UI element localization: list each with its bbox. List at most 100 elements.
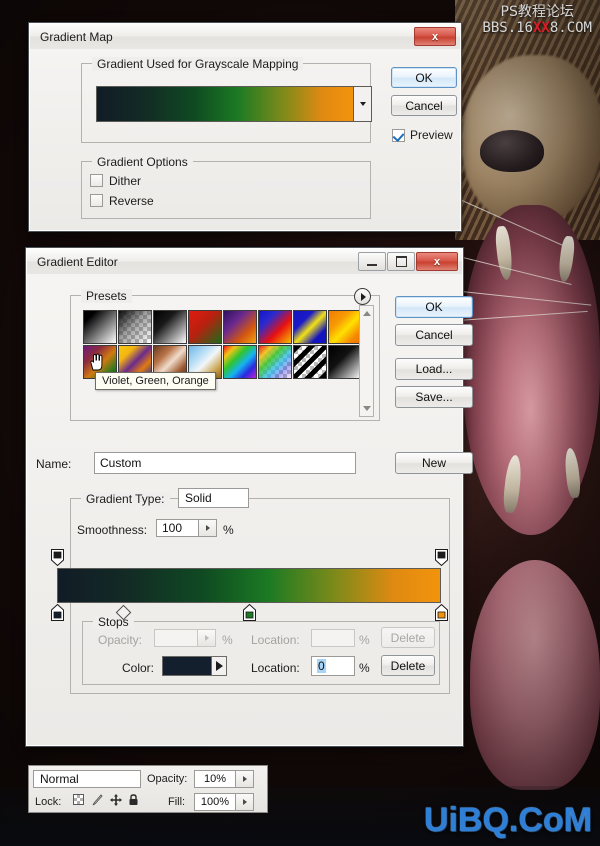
color-picker-dropdown[interactable]: [212, 656, 227, 676]
location-bottom-label: Location:: [251, 661, 300, 675]
watermark-url-prefix: BBS.16: [482, 20, 533, 37]
preset-swatch-fill: [119, 311, 151, 343]
transparency-lock-icon[interactable]: [73, 794, 84, 805]
save-button[interactable]: Save...: [395, 386, 473, 408]
preset-swatch-fill: [224, 346, 256, 378]
color-stop-marker[interactable]: [243, 603, 256, 621]
all-lock-icon[interactable]: [127, 793, 140, 807]
load-button[interactable]: Load...: [395, 358, 473, 380]
gradient-preview-swatch[interactable]: [96, 86, 354, 122]
preset-swatch[interactable]: [328, 310, 362, 344]
preset-swatch-fill: [154, 311, 186, 343]
presets-group: Presets: [70, 288, 380, 421]
presets-label: Presets: [81, 289, 132, 303]
close-icon[interactable]: x: [416, 252, 458, 271]
preset-swatch-fill: [294, 311, 326, 343]
gradient-map-title: Gradient Map: [40, 29, 113, 44]
preset-swatch[interactable]: [223, 310, 257, 344]
dither-checkbox[interactable]: [90, 174, 103, 187]
smoothness-stepper[interactable]: [199, 519, 217, 537]
caret-right-icon: [242, 799, 247, 805]
location-bottom-input[interactable]: 0: [311, 656, 355, 676]
preset-swatch-fill: [294, 346, 326, 378]
gradient-editor-cancel-button[interactable]: Cancel: [395, 324, 473, 346]
gradient-map-ok-button[interactable]: OK: [391, 67, 457, 88]
caret-right-icon: [204, 635, 209, 641]
preset-swatch[interactable]: [293, 345, 327, 379]
opacity-stop-marker[interactable]: [51, 549, 64, 567]
gradient-preview-fill: [97, 87, 353, 121]
dither-label: Dither: [109, 174, 142, 188]
preset-swatch[interactable]: [328, 345, 362, 379]
gradient-bar-fill: [58, 569, 440, 602]
gradient-options-label: Gradient Options: [92, 155, 193, 169]
gradient-map-dialog: Gradient Map x Gradient Used for Graysca…: [28, 22, 462, 232]
gradient-type-select[interactable]: Solid: [178, 488, 249, 508]
reverse-checkbox[interactable]: [90, 194, 103, 207]
preview-label: Preview: [410, 128, 453, 142]
preset-swatch[interactable]: [118, 310, 152, 344]
layer-fill-stepper[interactable]: [236, 793, 254, 811]
gradient-editor-titlebar[interactable]: Gradient Editor x: [27, 249, 462, 274]
watermark-top-line1: PS教程论坛: [500, 4, 574, 20]
name-label: Name:: [36, 457, 72, 471]
scroll-up-icon[interactable]: [360, 307, 373, 320]
preset-swatch[interactable]: [258, 345, 292, 379]
preset-swatch[interactable]: [223, 345, 257, 379]
stops-group: Stops Opacity: % Location: % Delete Colo…: [82, 615, 440, 685]
smoothness-unit: %: [223, 523, 234, 537]
brush-lock-icon[interactable]: [91, 793, 105, 807]
scroll-down-icon[interactable]: [360, 402, 373, 415]
caret-right-icon: [242, 776, 247, 782]
new-button[interactable]: New: [395, 452, 473, 474]
opacity-stop-marker[interactable]: [435, 549, 448, 567]
delete-opacity-stop-button[interactable]: Delete: [381, 627, 435, 648]
location-bottom-unit: %: [359, 661, 370, 675]
gradient-editor-title: Gradient Editor: [37, 254, 118, 269]
preset-swatch[interactable]: [153, 310, 187, 344]
layer-opacity-input[interactable]: 10%: [194, 770, 236, 788]
gradient-stop-bar[interactable]: [57, 568, 441, 603]
opacity-unit: %: [222, 633, 233, 647]
gradient-name-input[interactable]: Custom: [94, 452, 356, 474]
location-bottom-value: 0: [317, 659, 326, 673]
close-icon[interactable]: x: [414, 27, 456, 46]
gradient-map-cancel-button[interactable]: Cancel: [391, 95, 457, 116]
delete-color-stop-button[interactable]: Delete: [381, 655, 435, 676]
opacity-stepper[interactable]: [198, 629, 216, 647]
preset-swatch[interactable]: [188, 310, 222, 344]
gradient-editor-dialog: Gradient Editor x Presets Violet, Green,…: [25, 247, 473, 747]
presets-scrollbar[interactable]: [359, 305, 374, 417]
caret-right-icon: [215, 661, 223, 671]
hand-cursor-icon: [90, 353, 103, 371]
opacity-input[interactable]: [154, 629, 198, 647]
color-stop-marker[interactable]: [435, 603, 448, 621]
watermark-top: PS教程论坛 BBS.16XX8.COM: [482, 4, 592, 36]
preset-swatch-fill: [84, 311, 116, 343]
smoothness-input[interactable]: 100: [156, 519, 199, 537]
presets-menu-button[interactable]: [354, 288, 371, 305]
watermark-bottom: UiBQ.CoM: [423, 801, 592, 839]
opacity-label: Opacity:: [147, 773, 188, 785]
gradient-picker-dropdown[interactable]: [354, 86, 372, 122]
location-top-unit: %: [359, 633, 370, 647]
gradient-map-titlebar[interactable]: Gradient Map x: [30, 24, 460, 49]
maximize-icon[interactable]: [387, 252, 415, 271]
preset-swatch-fill: [329, 346, 361, 378]
preset-tooltip: Violet, Green, Orange: [95, 372, 216, 390]
color-stop-marker[interactable]: [51, 603, 64, 621]
location-top-input[interactable]: [311, 629, 355, 647]
watermark-url-highlight: XX: [532, 20, 550, 37]
layer-fill-input[interactable]: 100%: [194, 793, 236, 811]
minimize-icon[interactable]: [358, 252, 386, 271]
preset-swatch[interactable]: [258, 310, 292, 344]
gradient-editor-ok-button[interactable]: OK: [395, 296, 473, 318]
preset-swatch-fill: [259, 311, 291, 343]
move-lock-icon[interactable]: [109, 793, 123, 807]
color-swatch[interactable]: [162, 656, 212, 676]
preset-swatch[interactable]: [293, 310, 327, 344]
layer-opacity-stepper[interactable]: [236, 770, 254, 788]
preview-checkbox[interactable]: [392, 129, 405, 142]
preset-swatch[interactable]: [83, 310, 117, 344]
blend-mode-select[interactable]: Normal: [33, 770, 141, 788]
